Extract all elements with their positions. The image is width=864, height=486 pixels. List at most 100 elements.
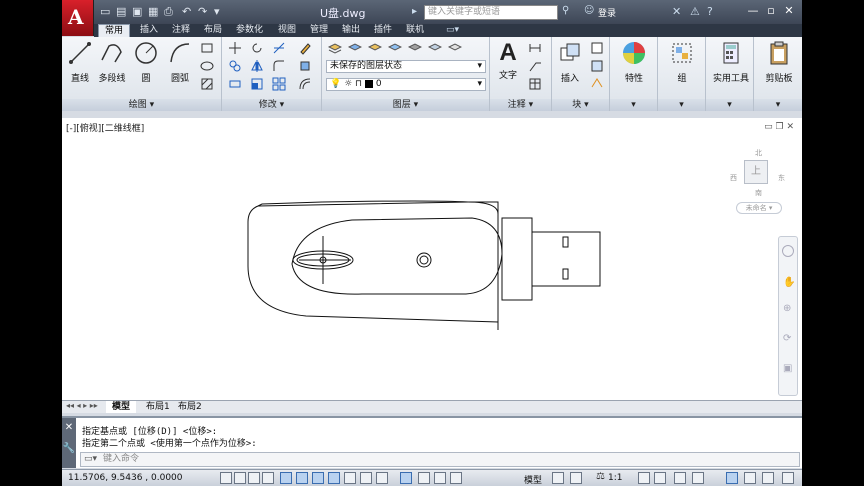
annotation-scale[interactable]: 1:1	[608, 473, 622, 483]
dimension-icon[interactable]	[528, 41, 542, 55]
layer-match-icon[interactable]	[448, 41, 462, 55]
transparency-icon[interactable]	[400, 472, 412, 484]
table-icon[interactable]	[528, 77, 542, 91]
tab-plugins[interactable]: 插件	[368, 24, 398, 37]
line-button[interactable]: 直线	[62, 40, 98, 84]
tab-output[interactable]: 输出	[336, 24, 366, 37]
close-command-icon[interactable]: ✕	[62, 422, 76, 433]
community-icon[interactable]: ⚠	[690, 5, 700, 18]
selection-cycling-icon[interactable]	[434, 472, 446, 484]
modify-panel-title[interactable]: 修改 ▾	[222, 99, 321, 111]
quick-view-layouts-icon[interactable]	[552, 472, 564, 484]
copy-icon[interactable]	[228, 59, 242, 73]
layer-properties-icon[interactable]	[328, 41, 342, 55]
annotation-scale-icon[interactable]: ⚖	[596, 471, 605, 482]
erase-icon[interactable]	[298, 41, 312, 55]
ortho-mode-icon[interactable]	[262, 472, 274, 484]
undo-icon[interactable]: ↶	[182, 5, 191, 19]
utilities-panel-expander[interactable]: ▾	[706, 99, 753, 111]
command-window-handle[interactable]: ✕ 🔧	[62, 418, 76, 468]
binoculars-icon[interactable]: ⚲	[562, 5, 569, 16]
tab-parametric[interactable]: 参数化	[230, 24, 269, 37]
viewcube-east[interactable]: 东	[778, 173, 785, 183]
offset-icon[interactable]	[298, 77, 312, 91]
text-button[interactable]: A 文字	[490, 40, 526, 82]
application-menu-button[interactable]: A	[62, 0, 94, 36]
quick-view-drawings-icon[interactable]	[570, 472, 582, 484]
hardware-acceleration-icon[interactable]	[744, 472, 756, 484]
3d-object-snap-icon[interactable]	[312, 472, 324, 484]
open-icon[interactable]: ▤	[116, 5, 126, 19]
polar-tracking-icon[interactable]	[280, 472, 292, 484]
redo-icon[interactable]: ↷	[198, 5, 207, 19]
command-prompt-icon[interactable]: ▭▾	[84, 453, 97, 466]
steering-wheel-icon[interactable]	[782, 245, 794, 257]
wcs-menu[interactable]: 未命名 ▾	[736, 202, 782, 214]
layer-lock-icon[interactable]	[428, 41, 442, 55]
properties-button[interactable]: 特性	[616, 40, 652, 84]
group-button[interactable]: 组	[664, 40, 700, 84]
arc-button[interactable]: 圆弧	[162, 40, 198, 84]
properties-panel-expander[interactable]: ▾	[610, 99, 657, 111]
hatch-icon[interactable]	[200, 77, 214, 91]
layer-freeze-icon[interactable]	[388, 41, 402, 55]
search-input[interactable]: 键入关键字或短语	[424, 5, 558, 20]
viewcube-south[interactable]: 南	[755, 188, 762, 198]
rectangle-icon[interactable]	[200, 41, 214, 55]
customize-icon[interactable]: 🔧	[62, 443, 76, 454]
more-icon[interactable]: ▾	[214, 5, 220, 19]
move-icon[interactable]	[228, 41, 242, 55]
tab-annotate[interactable]: 注释	[166, 24, 196, 37]
saveas-icon[interactable]: ▦	[148, 5, 158, 19]
drawing-area[interactable]: [-][俯视][二维线框] ▭ ❐ ✕ 北 西 东 上 南 未命名 ▾ ✋ ⊕ …	[62, 118, 802, 400]
utilities-button[interactable]: 实用工具	[710, 40, 752, 84]
exchange-icon[interactable]: ✕	[672, 5, 681, 18]
array-icon[interactable]	[272, 77, 286, 91]
clean-screen-icon[interactable]	[782, 472, 794, 484]
save-icon[interactable]: ▣	[132, 5, 142, 19]
maximize-button[interactable]: ▫	[762, 3, 780, 19]
tab-model[interactable]: 模型	[106, 401, 137, 413]
annotation-panel-title[interactable]: 注释 ▾	[490, 99, 551, 111]
layout-nav-arrows[interactable]: ◂◂ ◂ ▸ ▸▸	[66, 401, 98, 410]
command-input[interactable]: ▭▾ 键入命令	[80, 452, 800, 467]
orbit-icon[interactable]: ⟳	[783, 333, 791, 344]
trim-icon[interactable]	[272, 41, 286, 55]
lock-ui-icon[interactable]	[692, 472, 704, 484]
auto-scale-icon[interactable]	[654, 472, 666, 484]
minimize-button[interactable]: —	[744, 3, 762, 19]
ellipse-icon[interactable]	[200, 59, 214, 73]
zoom-icon[interactable]: ⊕	[783, 303, 791, 314]
layer-isolate-icon[interactable]	[368, 41, 382, 55]
circle-button[interactable]: 圆	[128, 40, 164, 84]
tab-manage[interactable]: 管理	[304, 24, 334, 37]
infer-constraints-icon[interactable]	[220, 472, 232, 484]
dynamic-input-icon[interactable]	[360, 472, 372, 484]
tab-home[interactable]: 常用	[98, 24, 131, 37]
close-button[interactable]: ✕	[780, 3, 798, 19]
explode-icon[interactable]	[298, 59, 312, 73]
layer-state-icon[interactable]	[348, 41, 362, 55]
create-block-icon[interactable]	[590, 41, 604, 55]
clipboard-panel-expander[interactable]: ▾	[754, 99, 802, 111]
workspace-switching-icon[interactable]	[674, 472, 686, 484]
status-bar-menu-icon[interactable]	[762, 472, 774, 484]
leader-icon[interactable]	[528, 59, 542, 73]
user-icon[interactable]: ☺	[584, 5, 594, 16]
help-icon[interactable]: ?	[707, 5, 713, 18]
mirror-icon[interactable]	[250, 59, 264, 73]
showmotion-icon[interactable]: ▣	[783, 363, 792, 374]
coordinates-readout[interactable]: 11.5706, 9.5436 , 0.0000	[68, 473, 183, 483]
viewcube-north[interactable]: 北	[755, 148, 762, 158]
tab-toggle-icon[interactable]: ▭▾	[440, 24, 465, 37]
grid-display-icon[interactable]	[248, 472, 260, 484]
scale-icon[interactable]	[250, 77, 264, 91]
clipboard-button[interactable]: 剪贴板	[758, 40, 800, 84]
annotation-monitor-icon[interactable]	[450, 472, 462, 484]
object-snap-tracking-icon[interactable]	[328, 472, 340, 484]
model-space-toggle[interactable]: 模型	[524, 473, 542, 486]
polyline-button[interactable]: 多段线	[94, 40, 130, 84]
lineweight-icon[interactable]	[376, 472, 388, 484]
login-link[interactable]: 登录	[598, 6, 616, 19]
isolate-objects-icon[interactable]	[726, 472, 738, 484]
